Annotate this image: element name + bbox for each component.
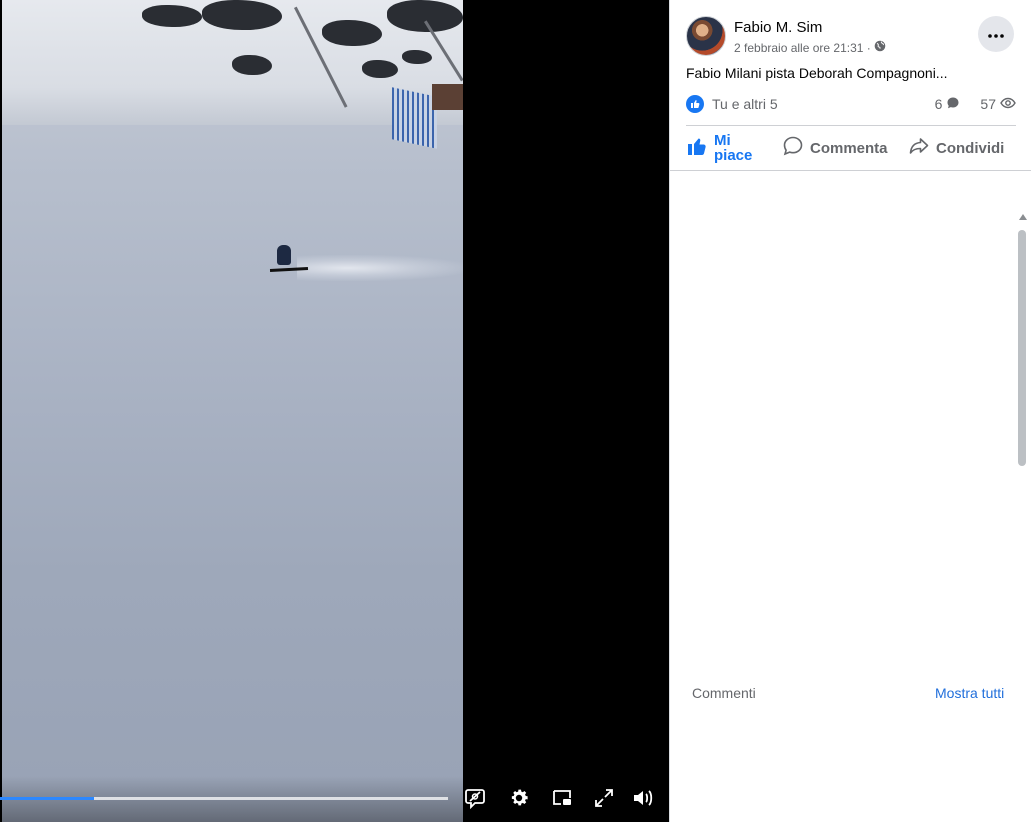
settings-gear-icon[interactable] [505,784,533,812]
picture-in-picture-icon[interactable] [548,784,576,812]
captions-icon[interactable] [461,784,489,812]
comment-icon [782,135,804,161]
engagement-counts: 6 57 [935,96,1016,113]
share-label: Condividi [936,139,1005,157]
skier [277,245,291,265]
like-reaction-icon [686,95,704,113]
rock [232,55,272,75]
volume-icon[interactable] [629,784,657,812]
rock [362,60,398,78]
post-actions-bar: Mi piace Commenta Condividi [686,128,1016,168]
video-pane[interactable] [0,0,669,822]
post-meta: 2 febbraio alle ore 21:31 · [734,40,886,55]
views-count: 57 [980,96,996,112]
fullscreen-icon[interactable] [590,784,618,812]
like-label: Mi piace [714,132,753,164]
comments-scrollbar[interactable] [1016,212,1028,672]
post-author[interactable]: Fabio M. Sim [734,19,822,36]
rock [402,50,432,64]
rock [322,20,382,46]
reactions-row: Tu e altri 5 6 57 [686,94,1016,114]
video-frame[interactable] [2,0,463,822]
comment-bubble-icon [946,96,960,113]
share-button[interactable]: Condividi [908,135,1004,161]
reactions-summary[interactable]: Tu e altri 5 [712,96,778,112]
hut [432,84,463,110]
video-progress-bar[interactable] [0,797,448,800]
divider [686,125,1016,126]
scroll-thumb[interactable] [1018,230,1026,466]
rock [387,0,463,32]
rock [202,0,282,30]
post-text: Fabio Milani pista Deborah Compagnoni... [686,65,948,81]
rock [142,5,202,27]
show-all-comments-link[interactable]: Mostra tutti [935,685,1004,701]
comment-button[interactable]: Commenta [782,135,908,161]
snow-spray [297,255,463,281]
comments-count[interactable]: 6 [935,96,943,112]
thumbs-up-icon [686,135,708,161]
divider [670,170,1031,171]
video-progress-fill [0,797,95,800]
comments-section-label: Commenti [692,685,756,701]
like-button[interactable]: Mi piace [686,133,782,163]
globe-icon [874,40,886,55]
more-horizontal-icon [988,25,1004,43]
comment-label: Commenta [810,139,888,157]
share-icon [908,135,930,161]
avatar[interactable] [686,16,726,56]
more-options-button[interactable] [978,16,1014,52]
scroll-up-arrow-icon[interactable] [1019,214,1027,220]
facebook-video-viewer: Fabio M. Sim 2 febbraio alle ore 21:31 ·… [0,0,1031,822]
post-side-panel: Fabio M. Sim 2 febbraio alle ore 21:31 ·… [669,0,1031,822]
snow-fence [392,87,437,149]
post-timestamp[interactable]: 2 febbraio alle ore 21:31 · [734,41,871,55]
eye-icon [1000,96,1016,112]
